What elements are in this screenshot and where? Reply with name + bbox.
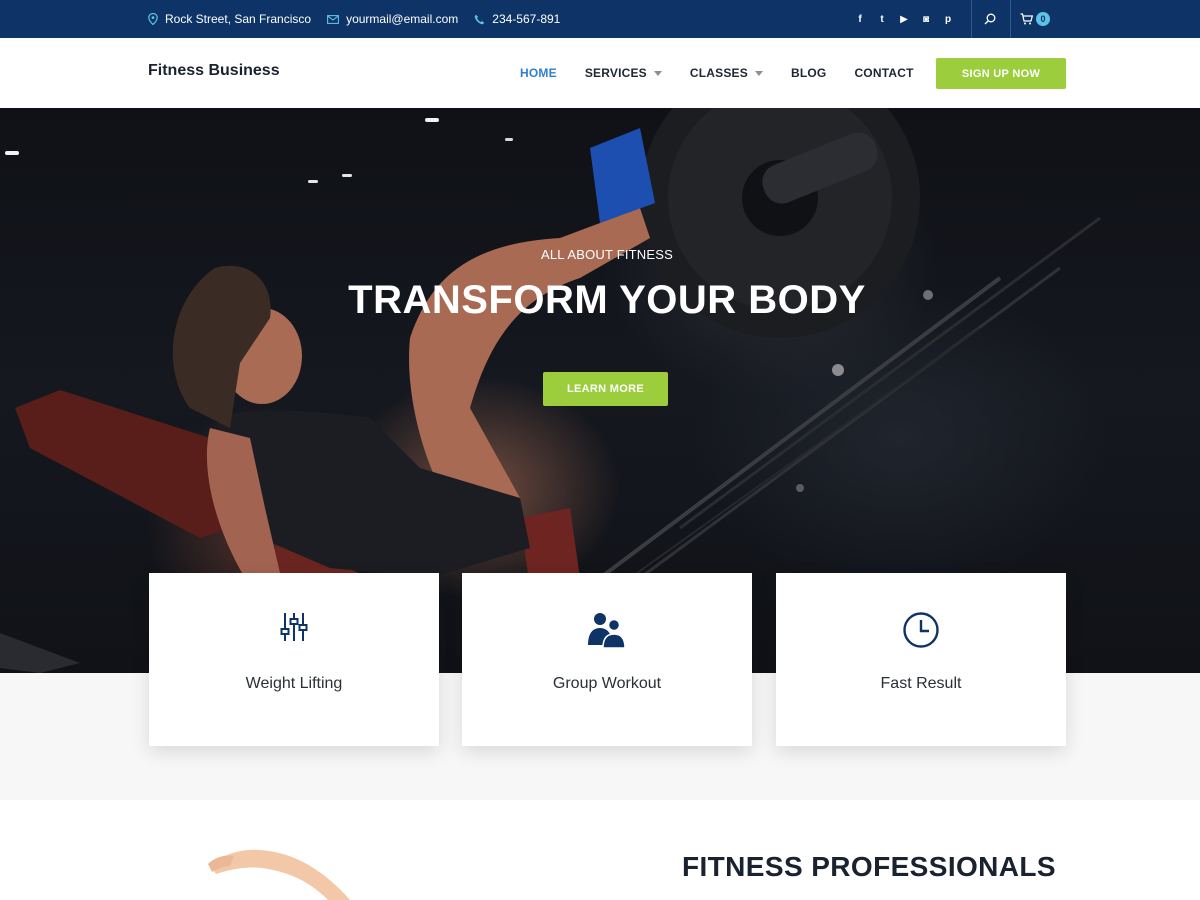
twitter-icon[interactable]: t (871, 12, 893, 26)
feature-card-weight-lifting[interactable]: Weight Lifting (149, 573, 439, 746)
search-button[interactable] (980, 0, 1000, 38)
feature-icon-wrap (149, 611, 439, 651)
feature-label: Fast Result (880, 675, 962, 692)
about-title: FITNESS PROFESSIONALS (682, 851, 1056, 882)
contact-info: Rock Street, San Francisco yourmail@emai… (148, 0, 576, 38)
users-icon (588, 613, 626, 649)
hero-headline: TRANSFORM YOUR BODY (348, 278, 866, 322)
phone-item[interactable]: 234-567-891 (474, 12, 560, 26)
site-header: Fitness Business HOME SERVICES CLASSES B… (0, 38, 1200, 108)
clock-icon (903, 612, 939, 648)
topbar-divider (1010, 0, 1011, 38)
phone-text[interactable]: 234-567-891 (492, 12, 560, 26)
feature-label: Weight Lifting (245, 675, 343, 692)
site-logo[interactable]: Fitness Business (148, 62, 280, 80)
feature-card-fast-result[interactable]: Fast Result (776, 573, 1066, 746)
cart-count-badge: 0 (1036, 12, 1050, 26)
nav-services[interactable]: SERVICES (585, 66, 662, 80)
nav-home-label: HOME (520, 66, 557, 80)
nav-classes[interactable]: CLASSES (690, 66, 763, 80)
nav-classes-label: CLASSES (689, 66, 748, 80)
feature-card-group-workout[interactable]: Group Workout (462, 573, 752, 746)
topbar-divider (971, 0, 972, 38)
instagram-icon[interactable]: ◙ (915, 12, 937, 26)
nav-contact-label: CONTACT (854, 66, 914, 80)
envelope-icon (327, 14, 340, 24)
youtube-icon[interactable]: ▶ (893, 12, 915, 26)
nav-home[interactable]: HOME (520, 66, 557, 80)
cart-button[interactable]: 0 (1020, 0, 1050, 38)
search-icon (984, 13, 996, 25)
map-pin-icon (148, 13, 158, 25)
feature-icon-wrap (462, 611, 752, 651)
feature-icon-wrap (776, 611, 1066, 651)
chevron-down-icon (653, 70, 662, 76)
about-image (208, 849, 350, 900)
pinterest-icon[interactable]: p (937, 12, 959, 26)
feature-label: Group Workout (552, 675, 662, 692)
sign-up-button[interactable]: SIGN UP NOW (936, 58, 1066, 89)
address-text: Rock Street, San Francisco (165, 12, 312, 26)
email-item[interactable]: yourmail@email.com (327, 12, 458, 26)
nav-services-label: SERVICES (584, 66, 647, 80)
cart-icon (1020, 13, 1033, 25)
nav-blog-label: BLOG (790, 66, 827, 80)
phone-icon (474, 14, 485, 24)
facebook-icon[interactable]: f (849, 12, 871, 26)
nav-contact[interactable]: CONTACT (854, 66, 913, 80)
social-links: f t ▶ ◙ p (849, 0, 959, 38)
nav-blog[interactable]: BLOG (791, 66, 826, 80)
email-text[interactable]: yourmail@email.com (346, 12, 458, 26)
address-item: Rock Street, San Francisco (148, 12, 311, 26)
learn-more-button[interactable]: LEARN MORE (543, 372, 668, 406)
top-bar: Rock Street, San Francisco yourmail@emai… (0, 0, 1200, 38)
chevron-down-icon (754, 70, 763, 76)
sliders-icon (280, 613, 308, 641)
hero-kicker: ALL ABOUT FITNESS (541, 247, 673, 262)
main-nav: HOME SERVICES CLASSES BLOG CONTACT (520, 38, 942, 108)
